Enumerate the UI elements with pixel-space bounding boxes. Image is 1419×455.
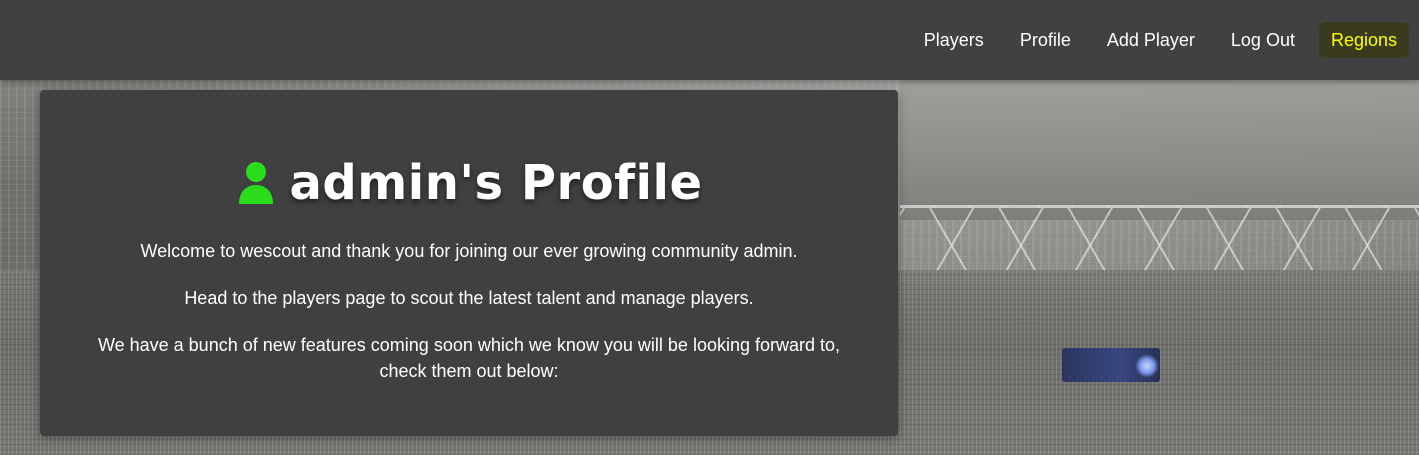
profile-welcome-text: Welcome to wescout and thank you for joi… <box>140 241 798 261</box>
nav-profile[interactable]: Profile <box>1002 22 1089 58</box>
profile-players-hint-text: Head to the players page to scout the la… <box>184 288 754 308</box>
profile-title: admin's Profile <box>289 155 703 211</box>
profile-features-text: We have a bunch of new features coming s… <box>97 335 841 381</box>
nav-regions[interactable]: Regions <box>1318 22 1409 58</box>
profile-card: admin's Profile Welcome to wescout and t… <box>40 90 898 436</box>
stadium-screen-glow <box>1135 354 1159 378</box>
nav-menu: Players Profile Add Player Log Out Regio… <box>906 0 1409 80</box>
user-icon <box>239 162 274 204</box>
nav-players[interactable]: Players <box>906 22 1002 58</box>
nav-log-out[interactable]: Log Out <box>1213 22 1313 58</box>
stadium-roof <box>900 80 1419 220</box>
top-navbar: Players Profile Add Player Log Out Regio… <box>0 0 1419 80</box>
page: Players Profile Add Player Log Out Regio… <box>0 0 1419 455</box>
profile-title-row: admin's Profile <box>40 155 898 211</box>
nav-add-player[interactable]: Add Player <box>1089 22 1213 58</box>
